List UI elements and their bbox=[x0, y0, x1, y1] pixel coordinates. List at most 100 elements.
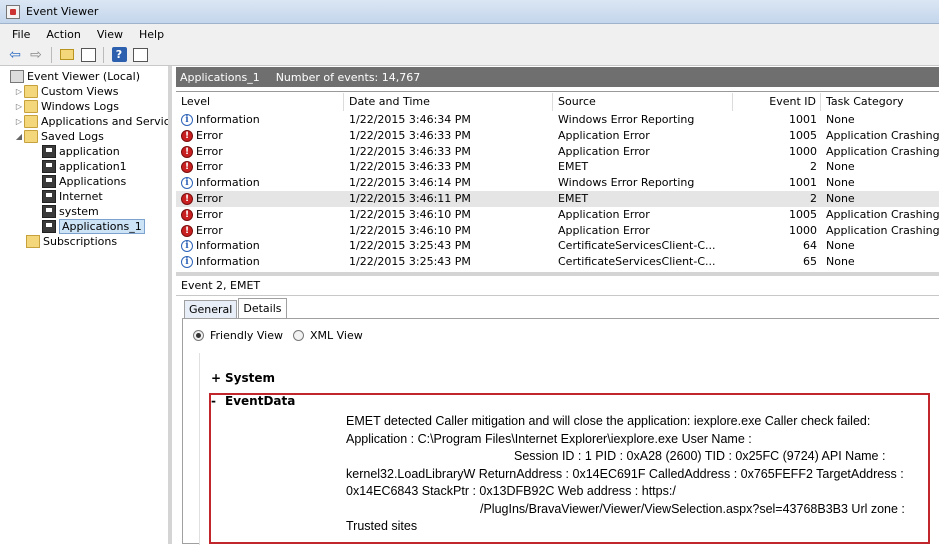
menu-help[interactable]: Help bbox=[131, 28, 172, 41]
event-count: Number of events: 14,767 bbox=[275, 70, 421, 84]
friendly-view-radio[interactable]: Friendly View bbox=[193, 329, 283, 342]
expand-arrow-icon[interactable]: ▷ bbox=[14, 87, 24, 96]
column-header-datetime[interactable]: Date and Time bbox=[344, 93, 553, 111]
window-title: Event Viewer bbox=[26, 5, 99, 18]
collapse-sign: - bbox=[211, 394, 216, 408]
tree-item-saved-logs[interactable]: ◢ Saved Logs bbox=[14, 129, 104, 144]
event-task-category: Application Crashing Even bbox=[826, 207, 939, 221]
column-header-event-id[interactable]: Event ID bbox=[733, 93, 821, 111]
eventdata-line: /PlugIns/BravaViewer/Viewer/ViewSelectio… bbox=[480, 501, 905, 516]
error-icon: ! bbox=[181, 208, 193, 221]
tree-item-label: Applications bbox=[59, 175, 127, 188]
collapse-arrow-icon[interactable]: ◢ bbox=[14, 132, 24, 141]
saved-log-icon bbox=[42, 145, 56, 158]
error-icon: ! bbox=[181, 129, 193, 142]
expand-arrow-icon[interactable]: ▷ bbox=[14, 117, 24, 126]
saved-log-icon bbox=[42, 190, 56, 203]
tree-item-label: application1 bbox=[59, 160, 127, 173]
expand-sign: + bbox=[211, 371, 222, 385]
eventdata-line: 0x14EC6843 StackPtr : 0x13DFB92C Web add… bbox=[346, 484, 676, 498]
tree-item-label: Applications and Services Lo bbox=[41, 115, 170, 128]
event-row[interactable]: ! Error 1/22/2015 3:46:11 PM EMET 2 None bbox=[176, 191, 939, 207]
event-level: Information bbox=[196, 239, 260, 253]
tree-item-custom-views[interactable]: ▷ Custom Views bbox=[14, 84, 118, 99]
event-level: Error bbox=[196, 223, 223, 237]
menu-action[interactable]: Action bbox=[38, 28, 88, 41]
tree-item-windows-logs[interactable]: ▷ Windows Logs bbox=[14, 99, 119, 114]
friendly-view-label: Friendly View bbox=[210, 329, 283, 342]
tree-item-label: Event Viewer (Local) bbox=[27, 70, 140, 83]
tree-item-root[interactable]: Event Viewer (Local) bbox=[10, 69, 140, 84]
tree-item-saved-log[interactable]: Applications bbox=[42, 174, 126, 189]
menu-view[interactable]: View bbox=[89, 28, 131, 41]
tree-item-saved-log[interactable]: Internet bbox=[42, 189, 103, 204]
event-row[interactable]: ! Error 1/22/2015 3:46:10 PM Application Er… bbox=[176, 207, 939, 223]
tree-item-label: system bbox=[59, 205, 99, 218]
folder-icon bbox=[24, 85, 38, 98]
event-row[interactable]: ! Error 1/22/2015 3:46:33 PM EMET 2 None bbox=[176, 159, 939, 175]
tree-item-label: Internet bbox=[59, 190, 103, 203]
error-icon: ! bbox=[181, 224, 193, 237]
information-icon: i bbox=[181, 114, 193, 126]
folder-icon bbox=[24, 100, 38, 113]
detail-tabs: General Details bbox=[184, 298, 288, 319]
tab-general[interactable]: General bbox=[184, 300, 238, 318]
event-id: 1000 bbox=[789, 223, 817, 237]
event-task-category: Application Crashing Even bbox=[826, 223, 939, 237]
xml-view-radio[interactable]: XML View bbox=[293, 329, 363, 342]
event-task-category: None bbox=[826, 239, 855, 253]
information-icon: i bbox=[181, 256, 193, 269]
folder-icon bbox=[24, 130, 38, 143]
tree-item-label: Subscriptions bbox=[43, 235, 118, 248]
eventdata-line: kernel32.LoadLibraryW ReturnAddress : 0x… bbox=[346, 466, 904, 481]
back-icon[interactable]: ⇦ bbox=[6, 46, 24, 64]
tree-item-saved-log[interactable]: system bbox=[42, 204, 99, 219]
tree-item-saved-log[interactable]: application bbox=[42, 144, 120, 159]
subscriptions-icon bbox=[26, 235, 40, 248]
system-section-toggle[interactable]: + System bbox=[211, 371, 275, 385]
folder-up-icon[interactable] bbox=[58, 46, 76, 64]
tree-item-saved-log-selected[interactable]: Applications_1 bbox=[42, 219, 145, 234]
tree-item-saved-log[interactable]: application1 bbox=[42, 159, 127, 174]
eventdata-section-toggle[interactable]: - EventData bbox=[211, 394, 295, 408]
event-level: Error bbox=[196, 128, 223, 142]
column-header-source[interactable]: Source bbox=[553, 93, 733, 111]
column-header-task[interactable]: Task Category bbox=[821, 93, 939, 111]
event-datetime: 1/22/2015 3:46:33 PM bbox=[349, 160, 471, 174]
column-header-level[interactable]: Level bbox=[176, 93, 344, 111]
event-datetime: 1/22/2015 3:46:11 PM bbox=[349, 192, 471, 205]
event-source: EMET bbox=[558, 192, 589, 205]
help-icon[interactable]: ? bbox=[110, 46, 128, 64]
event-id: 1001 bbox=[789, 113, 817, 126]
show-pane-icon[interactable] bbox=[79, 46, 97, 64]
tab-details[interactable]: Details bbox=[238, 298, 287, 318]
menu-file[interactable]: File bbox=[4, 28, 38, 41]
eventdata-line: Application : C:\Program Files\Internet … bbox=[346, 431, 752, 446]
event-row[interactable]: i Information 1/22/2015 3:25:43 PM Certific… bbox=[176, 238, 939, 254]
tree-item-subscriptions[interactable]: Subscriptions bbox=[26, 234, 117, 249]
event-datetime: 1/22/2015 3:25:43 PM bbox=[349, 239, 471, 253]
error-icon: ! bbox=[181, 161, 193, 174]
event-level: Information bbox=[196, 113, 260, 126]
expand-arrow-icon[interactable]: ▷ bbox=[14, 102, 24, 111]
tree-item-app-services[interactable]: ▷ Applications and Services Lo bbox=[14, 114, 170, 129]
toolbar: ⇦ ⇨ ? bbox=[0, 44, 939, 66]
event-row[interactable]: ! Error 1/22/2015 3:46:10 PM Application Er… bbox=[176, 223, 939, 239]
event-row[interactable]: i Information 1/22/2015 3:25:43 PM Certific… bbox=[176, 254, 939, 270]
event-list: Level Date and Time Source Event ID Task… bbox=[176, 91, 939, 271]
event-task-category: None bbox=[826, 160, 855, 174]
saved-log-icon bbox=[42, 205, 56, 218]
event-row[interactable]: i Information 1/22/2015 3:46:34 PM Windows … bbox=[176, 112, 939, 128]
toolbar-separator bbox=[103, 46, 104, 63]
properties-icon[interactable] bbox=[131, 46, 149, 64]
event-datetime: 1/22/2015 3:25:43 PM bbox=[349, 255, 471, 269]
tree-item-label: Applications_1 bbox=[59, 219, 145, 234]
event-level: Error bbox=[196, 192, 223, 205]
event-row[interactable]: ! Error 1/22/2015 3:46:33 PM Application Er… bbox=[176, 128, 939, 144]
event-source: Application Error bbox=[558, 223, 650, 237]
event-row[interactable]: i Information 1/22/2015 3:46:14 PM Windows … bbox=[176, 175, 939, 191]
event-viewer-icon bbox=[6, 4, 20, 19]
event-row[interactable]: ! Error 1/22/2015 3:46:33 PM Application Er… bbox=[176, 144, 939, 160]
eventdata-line: Session ID : 1 PID : 0xA28 (2600) TID : … bbox=[514, 449, 886, 463]
forward-icon[interactable]: ⇨ bbox=[27, 46, 45, 64]
